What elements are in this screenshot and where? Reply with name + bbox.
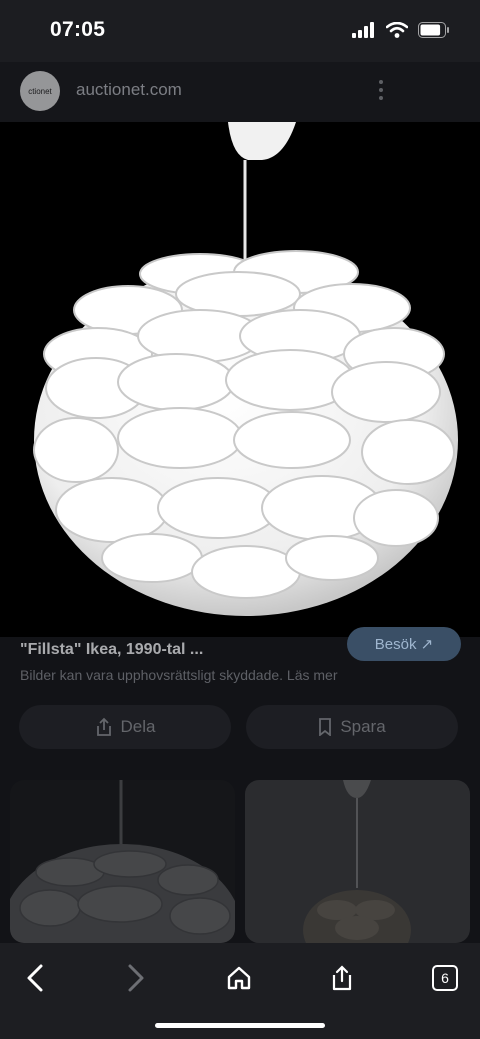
forward-button[interactable] — [113, 955, 159, 1001]
home-button[interactable] — [216, 955, 262, 1001]
status-icons — [352, 22, 450, 38]
related-images — [0, 780, 480, 943]
info-panel: "Fillsta" Ikea, 1990-tal ... Besök ↗ Bil… — [0, 627, 480, 780]
result-title[interactable]: "Fillsta" Ikea, 1990-tal ... — [20, 641, 203, 659]
share-icon — [332, 965, 352, 991]
tabs-icon: 6 — [432, 965, 458, 991]
signal-icon — [352, 22, 374, 38]
site-domain[interactable]: auctionet.com — [76, 80, 182, 100]
share-page-button[interactable] — [319, 955, 365, 1001]
related-image-1[interactable] — [10, 780, 235, 943]
forward-icon — [128, 964, 144, 992]
lamp-image — [33, 122, 458, 616]
product-image[interactable] — [0, 122, 480, 637]
site-avatar-text: ctionet — [28, 86, 52, 96]
save-button[interactable]: Spara — [246, 705, 458, 749]
share-button[interactable]: Dela — [19, 705, 231, 749]
site-header: ctionet auctionet.com — [0, 62, 480, 122]
copyright-note[interactable]: Bilder kan vara upphovsrättsligt skyddad… — [20, 667, 338, 683]
back-button[interactable] — [12, 955, 58, 1001]
visit-button[interactable]: Besök ↗ — [347, 627, 461, 661]
site-avatar[interactable]: ctionet — [20, 71, 60, 111]
status-bar: 07:05 — [0, 0, 480, 62]
battery-icon — [418, 22, 449, 38]
home-icon — [227, 966, 251, 990]
share-label: Dela — [120, 717, 156, 736]
share-icon — [96, 717, 111, 736]
status-time: 07:05 — [50, 18, 106, 41]
more-options-icon[interactable] — [378, 80, 384, 100]
thumb-lamp-image — [303, 780, 411, 943]
save-label: Spara — [340, 717, 386, 736]
home-indicator[interactable] — [155, 1023, 325, 1028]
back-icon — [27, 964, 43, 992]
thumb-lamp-image — [10, 780, 235, 943]
wifi-icon — [386, 22, 408, 38]
tabs-button[interactable]: 6 — [422, 955, 468, 1001]
bookmark-icon — [319, 718, 332, 736]
related-image-2[interactable] — [245, 780, 470, 943]
browser-toolbar: 6 — [0, 943, 480, 1039]
